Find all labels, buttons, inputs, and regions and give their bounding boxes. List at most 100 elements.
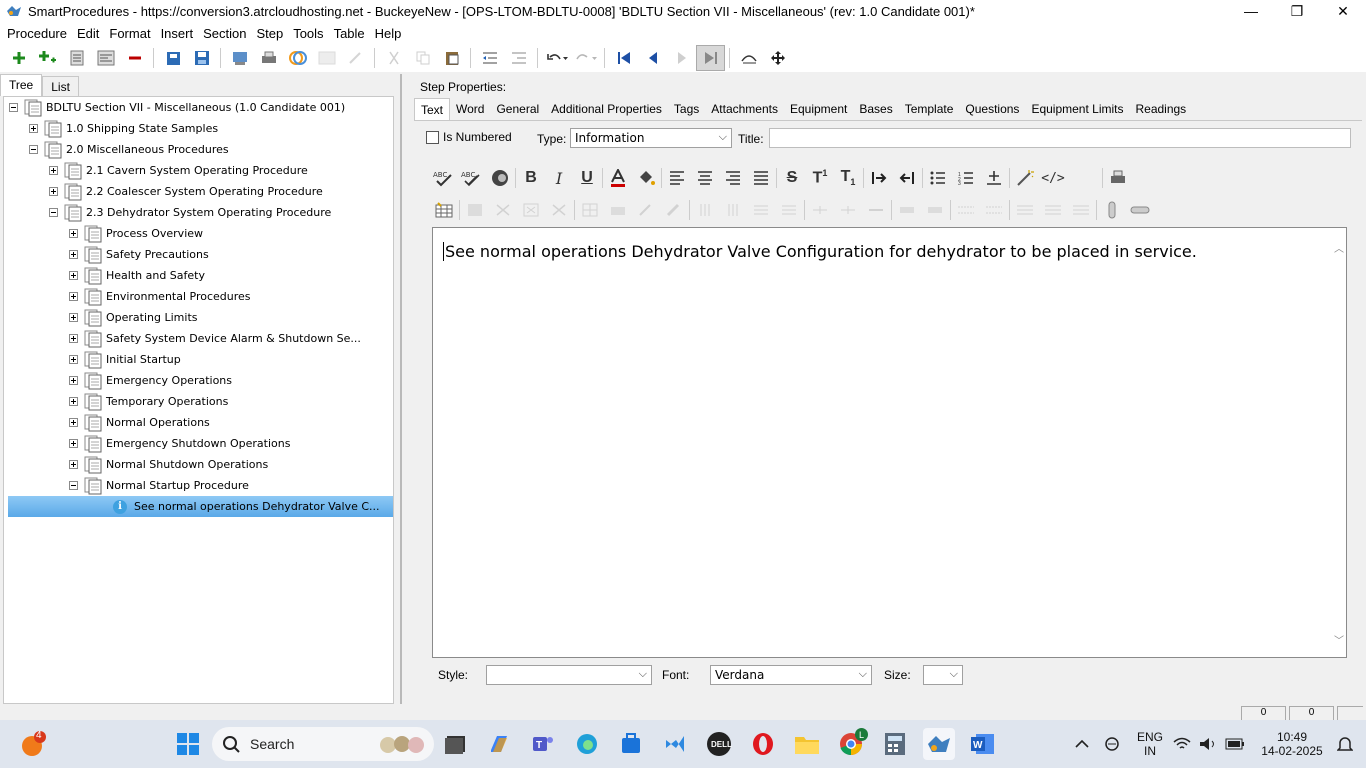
tab-attachments[interactable]: Attachments — [705, 98, 784, 120]
insert-line-button[interactable] — [980, 165, 1008, 191]
chrome-app[interactable]: L — [835, 728, 868, 760]
tab-list[interactable]: List — [42, 76, 79, 96]
collapse-icon[interactable] — [29, 145, 38, 154]
taskbar-search[interactable]: Search — [212, 727, 434, 761]
menu-tools[interactable]: Tools — [288, 26, 328, 41]
expand-icon[interactable] — [69, 376, 78, 385]
tab-additional-properties[interactable]: Additional Properties — [545, 98, 668, 120]
merge-cells-button[interactable] — [604, 197, 632, 223]
is-numbered-checkbox[interactable]: Is Numbered — [426, 130, 512, 144]
file-explorer-app[interactable] — [791, 728, 823, 760]
collapse-icon[interactable] — [69, 481, 78, 490]
align-center-button[interactable] — [691, 165, 719, 191]
valign-top-button[interactable] — [1011, 197, 1039, 223]
tree-node[interactable]: Emergency Operations — [69, 370, 232, 391]
list-button[interactable] — [62, 45, 91, 71]
style-select[interactable]: ⌵ — [486, 665, 652, 685]
menu-procedure[interactable]: Procedure — [2, 26, 72, 41]
tree-node[interactable]: Operating Limits — [69, 307, 198, 328]
paste-button[interactable] — [437, 45, 466, 71]
wifi-button[interactable] — [1172, 728, 1192, 760]
scroll-down-icon[interactable]: ﹀ — [1334, 632, 1344, 647]
notifications-button[interactable] — [1332, 728, 1358, 760]
delete-button[interactable] — [120, 45, 149, 71]
indent-button[interactable] — [504, 45, 533, 71]
highlight-button[interactable] — [632, 165, 660, 191]
magic-wand-button[interactable] — [1011, 165, 1039, 191]
delete-column-button[interactable] — [517, 197, 545, 223]
smartprocedures-app[interactable] — [923, 728, 955, 760]
next-step-button[interactable] — [667, 45, 696, 71]
undo-button[interactable] — [542, 45, 571, 71]
expand-icon[interactable] — [69, 439, 78, 448]
show-hidden-icons[interactable] — [1066, 728, 1098, 760]
vscode-app[interactable] — [659, 728, 691, 760]
minimize-button[interactable]: — — [1228, 0, 1274, 22]
start-button[interactable] — [172, 728, 204, 760]
title-input[interactable] — [769, 128, 1351, 148]
tree-node[interactable]: 2.3 Dehydrator System Operating Procedur… — [49, 202, 331, 223]
tab-bases[interactable]: Bases — [853, 98, 898, 120]
split-horizontal-button[interactable] — [806, 197, 834, 223]
menu-section[interactable]: Section — [198, 26, 251, 41]
battery-button[interactable] — [1222, 728, 1248, 760]
redo-button[interactable] — [571, 45, 600, 71]
step-text[interactable]: See normal operations Dehydrator Valve C… — [443, 242, 1197, 261]
insert-cylinder-button[interactable] — [1098, 197, 1126, 223]
outline-button[interactable] — [91, 45, 120, 71]
scroll-up-icon[interactable]: ︿ — [1334, 240, 1344, 255]
print-step-button[interactable] — [1104, 165, 1132, 191]
meet-now-icon-button[interactable] — [1096, 728, 1128, 760]
symbol-button[interactable] — [486, 165, 514, 191]
outdent-button[interactable] — [475, 45, 504, 71]
align-left-button[interactable] — [663, 165, 691, 191]
add-substep-button[interactable] — [33, 45, 62, 71]
editor-scrollbar[interactable]: ︿ ﹀ — [1331, 228, 1346, 657]
menu-step[interactable]: Step — [251, 26, 288, 41]
insert-row-above-button[interactable] — [747, 197, 775, 223]
pane-splitter[interactable] — [400, 74, 406, 704]
subscript-button[interactable]: T1 — [834, 165, 862, 191]
numbered-list-button[interactable]: 123 — [952, 165, 980, 191]
justify-button[interactable] — [747, 165, 775, 191]
copilot-app[interactable] — [483, 728, 515, 760]
tab-tags[interactable]: Tags — [668, 98, 705, 120]
tab-tree[interactable]: Tree — [0, 74, 43, 96]
cut-button[interactable] — [379, 45, 408, 71]
italic-button[interactable]: I — [545, 165, 573, 191]
increase-indent-button[interactable] — [865, 165, 893, 191]
font-select[interactable]: Verdana ⌵ — [710, 665, 872, 685]
tab-general[interactable]: General — [490, 98, 545, 120]
tree-node[interactable]: BDLTU Section VII - Miscellaneous (1.0 C… — [9, 97, 345, 118]
insert-table-button[interactable] — [430, 197, 458, 223]
menu-insert[interactable]: Insert — [156, 26, 199, 41]
spellcheck-button[interactable]: ABC — [430, 165, 458, 191]
calculator-app[interactable] — [879, 728, 911, 760]
copy-button[interactable] — [408, 45, 437, 71]
tree-node[interactable]: Normal Startup Procedure — [69, 475, 249, 496]
move-button[interactable] — [763, 45, 792, 71]
tree-node[interactable]: Initial Startup — [69, 349, 181, 370]
save-copy-button[interactable] — [158, 45, 187, 71]
tree-node[interactable]: Temporary Operations — [69, 391, 228, 412]
teams-app[interactable]: T — [527, 728, 559, 760]
expand-icon[interactable] — [49, 166, 58, 175]
distribute-cols-button[interactable] — [980, 197, 1008, 223]
spellcheck-all-button[interactable]: ABC — [458, 165, 486, 191]
menu-edit[interactable]: Edit — [72, 26, 104, 41]
table-properties-button[interactable] — [461, 197, 489, 223]
tree-node[interactable]: 2.2 Coalescer System Operating Procedure — [49, 181, 323, 202]
split-cells-button[interactable] — [862, 197, 890, 223]
close-button[interactable]: ✕ — [1320, 0, 1366, 22]
insert-col-left-button[interactable] — [691, 197, 719, 223]
preview-button[interactable] — [312, 45, 341, 71]
font-color-button[interactable] — [604, 165, 632, 191]
find-button[interactable] — [734, 45, 763, 71]
expand-icon[interactable] — [69, 397, 78, 406]
tab-equipment[interactable]: Equipment — [784, 98, 853, 120]
tab-questions[interactable]: Questions — [959, 98, 1025, 120]
tree-node[interactable]: Emergency Shutdown Operations — [69, 433, 290, 454]
volume-button[interactable] — [1196, 728, 1220, 760]
html-source-button[interactable]: </> — [1039, 165, 1067, 191]
strikethrough-button[interactable]: S — [778, 165, 806, 191]
